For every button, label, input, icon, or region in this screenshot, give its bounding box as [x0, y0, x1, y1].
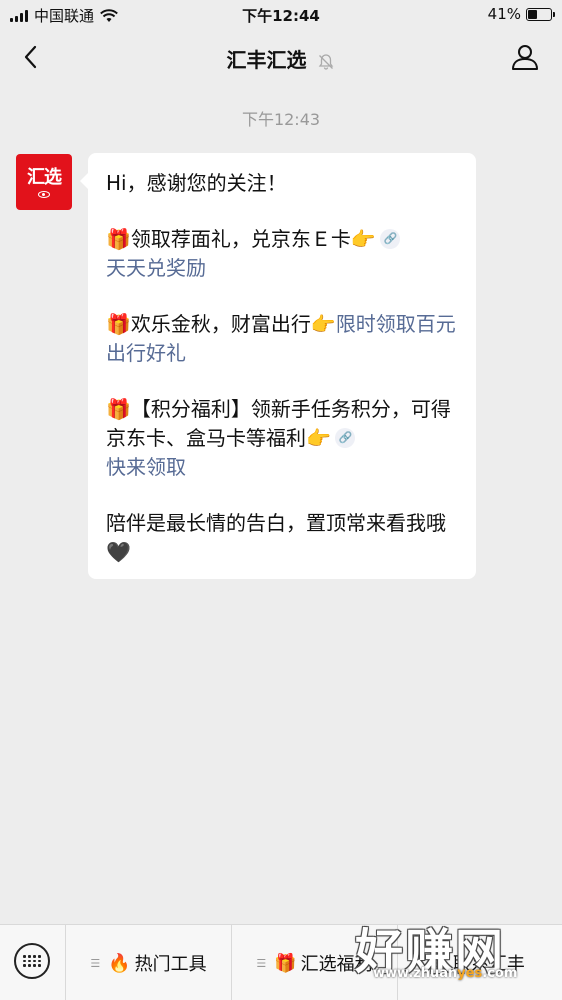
paragraph-1: 🎁领取荐面礼，兑京东Ｅ卡👉 天天兑奖励 — [106, 224, 462, 283]
closing-paragraph: 陪伴是最长情的告白，置顶常来看我哦 🖤 — [106, 509, 462, 567]
pointing-hand-icon: 👉 — [310, 312, 336, 336]
keyboard-toggle-button[interactable] — [14, 943, 50, 979]
status-bar: 中国联通 下午12:44 41% — [0, 0, 562, 30]
paragraph-1-text: 领取荐面礼，兑京东Ｅ卡 — [130, 227, 351, 251]
profile-button[interactable] — [510, 42, 540, 72]
battery-percent: 41% — [487, 5, 521, 23]
eye-icon — [38, 191, 50, 198]
status-right: 41% — [487, 5, 555, 23]
gift-icon: 🎁 — [106, 227, 131, 251]
pointing-hand-icon: 👉 — [306, 426, 331, 450]
message-timestamp: 下午12:43 — [241, 110, 321, 129]
bottom-menu: ☰ 🔥 热门工具 ☰ 🎁 汇选福利 ☰ 联系汇丰 — [0, 924, 562, 1000]
greeting-paragraph: Hi，感谢您的关注！ — [106, 169, 462, 198]
greeting-text: Hi，感谢您的关注！ — [106, 171, 287, 195]
profile-icon — [512, 45, 538, 70]
menu-item-label: 联系汇丰 — [452, 954, 525, 975]
pointing-hand-icon: 👉 — [350, 227, 376, 251]
chat-title: 汇丰汇选 — [226, 48, 307, 72]
paragraph-3-text: 【积分福利】领新手任务积分，可得京东卡、盒马卡等福利 — [106, 397, 451, 450]
gift-icon: 🎁 — [274, 952, 297, 974]
gift-icon: 🎁 — [106, 312, 131, 336]
menu-lines-icon: ☰ — [435, 956, 445, 970]
avatar[interactable]: 汇选 — [16, 154, 72, 210]
heart-icon: 🖤 — [106, 540, 131, 564]
link-rewards[interactable]: 天天兑奖励 — [106, 256, 206, 280]
chat-header: 汇丰汇选 — [0, 30, 562, 86]
closing-text: 陪伴是最长情的告白，置顶常来看我哦 — [106, 511, 446, 535]
link-icon[interactable] — [334, 423, 355, 452]
keyboard-icon — [23, 955, 41, 967]
link-icon[interactable] — [379, 224, 400, 253]
menu-item-welfare[interactable]: ☰ 🎁 汇选福利 — [232, 925, 397, 1000]
avatar-text: 汇选 — [27, 167, 62, 188]
menu-item-label: 热门工具 — [134, 954, 207, 975]
menu-lines-icon: ☰ — [256, 956, 267, 970]
link-claim[interactable]: 快来领取 — [106, 455, 186, 479]
fire-icon: 🔥 — [108, 952, 131, 974]
title-wrap: 汇丰汇选 — [0, 44, 562, 73]
menu-lines-icon: ☰ — [90, 956, 101, 970]
menu-item-label: 汇选福利 — [300, 954, 373, 975]
mute-bell-icon — [319, 53, 334, 70]
status-time: 下午12:44 — [242, 7, 320, 25]
battery-fill — [528, 9, 538, 19]
paragraph-3: 🎁【积分福利】领新手任务积分，可得京东卡、盒马卡等福利👉 快来领取 — [106, 395, 462, 482]
paragraph-2: 🎁欢乐金秋，财富出行👉限时领取百元出行好礼 — [106, 310, 462, 368]
paragraph-2-text: 欢乐金秋，财富出行 — [130, 312, 311, 336]
message-bubble: Hi，感谢您的关注！ 🎁领取荐面礼，兑京东Ｅ卡👉 天天兑奖励 🎁欢乐金秋，财富出… — [80, 153, 476, 579]
gift-icon: 🎁 — [106, 397, 131, 421]
menu-item-hot-tools[interactable]: ☰ 🔥 热门工具 — [66, 925, 231, 1000]
menu-item-contact[interactable]: ☰ 联系汇丰 — [398, 925, 562, 1000]
battery-icon — [526, 7, 555, 21]
